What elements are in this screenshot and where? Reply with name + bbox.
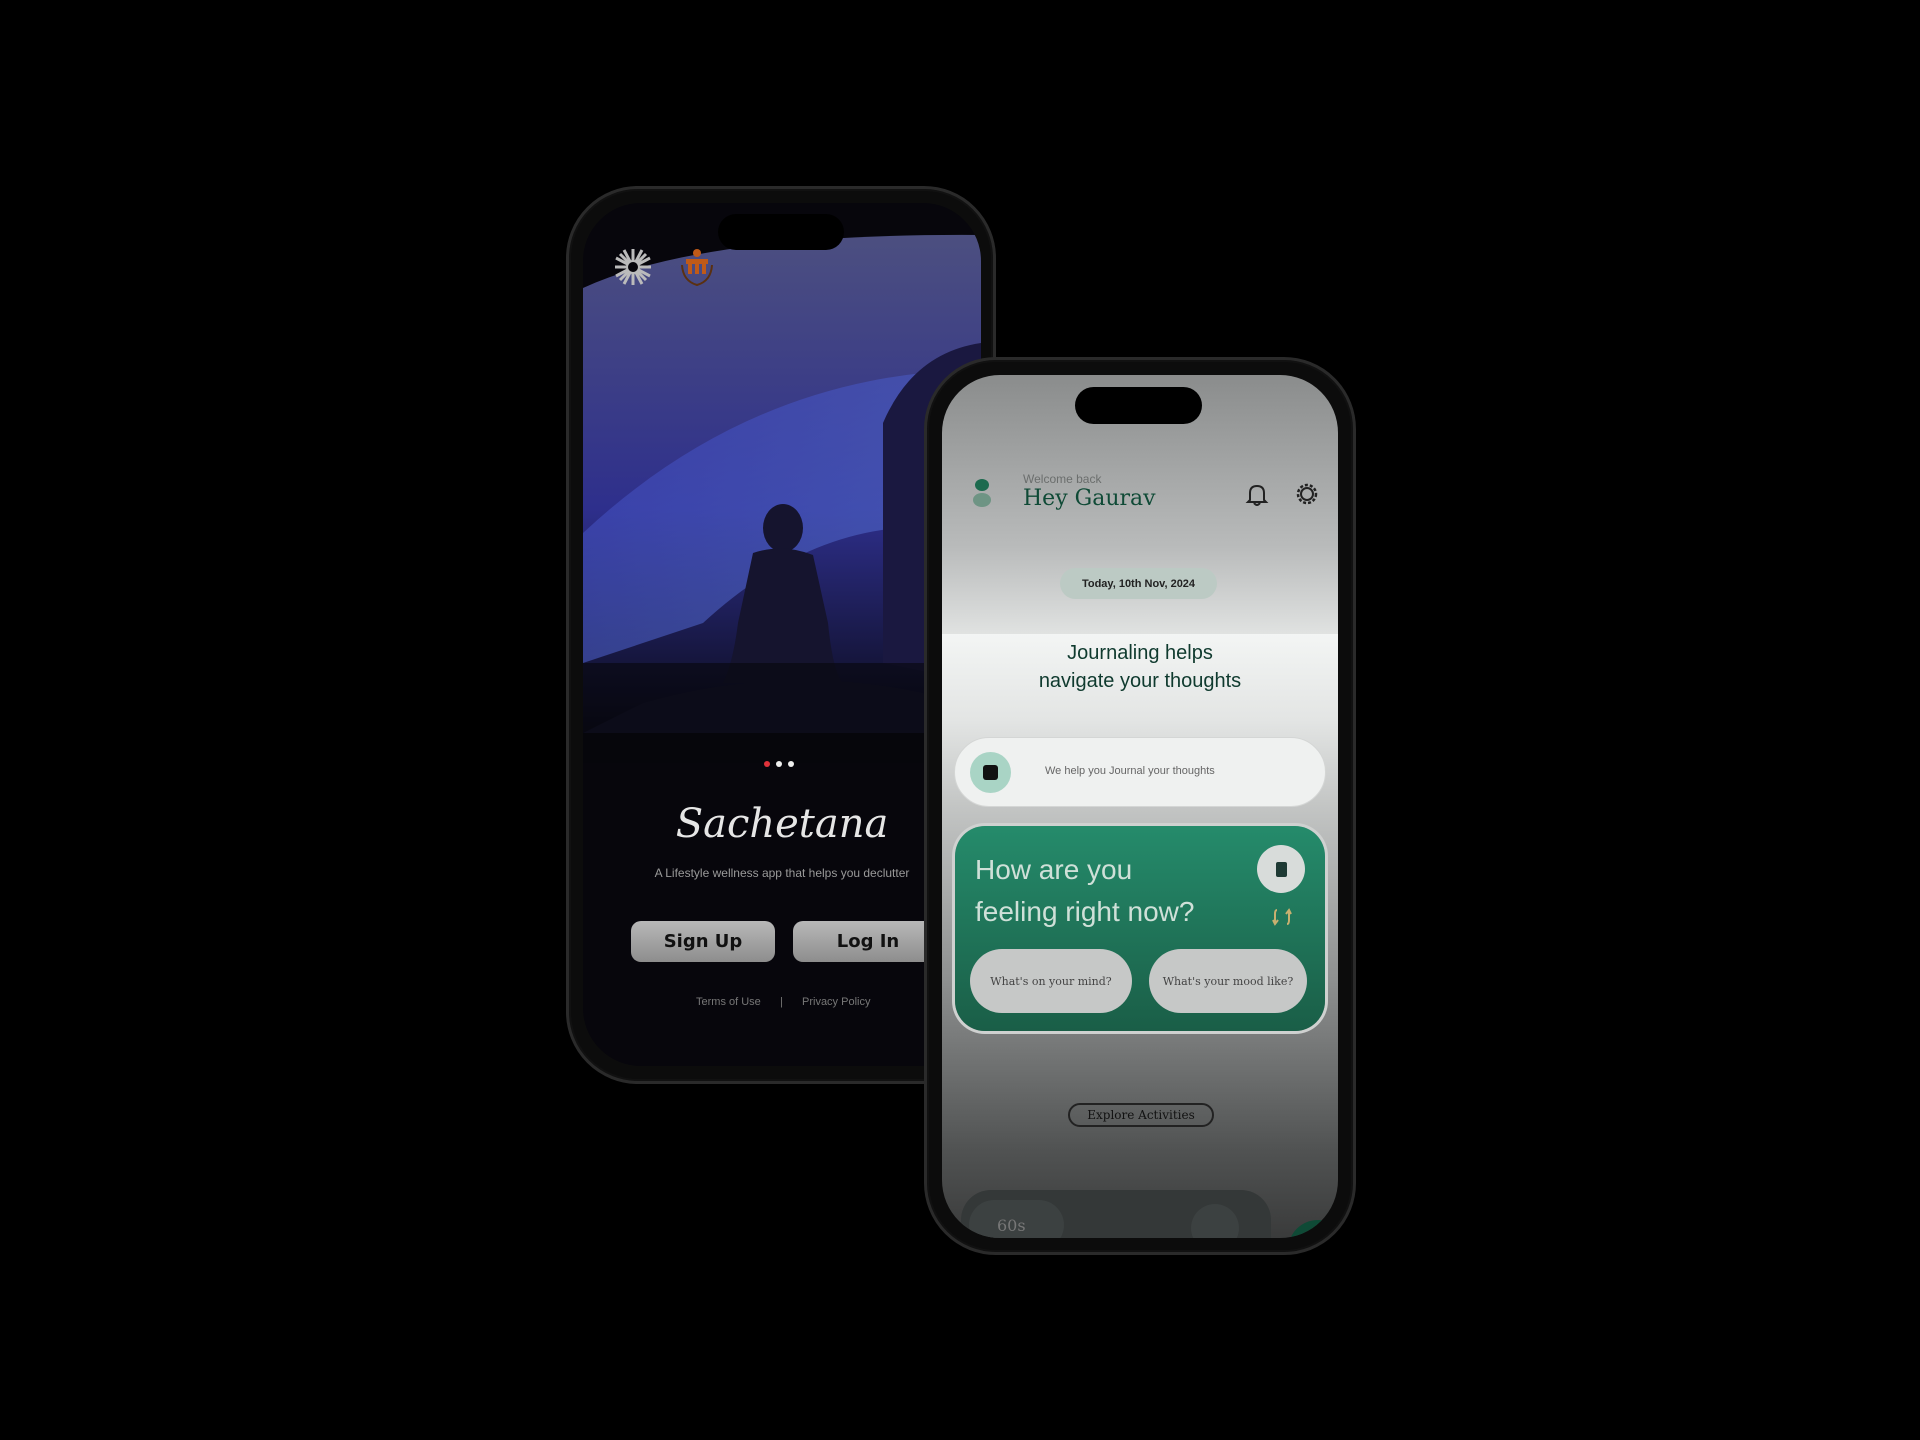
- sign-up-button[interactable]: Sign Up: [631, 921, 775, 962]
- wind-icon: [1191, 1204, 1239, 1238]
- book-icon: [1275, 861, 1287, 877]
- onboarding-screen: Sachetana A Lifestyle wellness app that …: [583, 203, 981, 1066]
- greeting: Hey Gaurav: [1023, 486, 1156, 511]
- fab-button[interactable]: [1288, 1220, 1338, 1238]
- timer-label: 60s: [997, 1216, 1026, 1235]
- bell-icon[interactable]: [1244, 481, 1270, 507]
- gear-icon[interactable]: [1294, 481, 1320, 507]
- book-button[interactable]: [1257, 845, 1305, 893]
- right-dynamic-island: [1075, 387, 1202, 424]
- refresh-icon[interactable]: [1272, 906, 1292, 928]
- footer-divider: |: [780, 996, 783, 1008]
- log-in-button[interactable]: Log In: [793, 921, 943, 962]
- welcome-text: Welcome back: [1023, 472, 1102, 486]
- date-pill: Today, 10th Nov, 2024: [1060, 568, 1217, 599]
- headline-line-2: navigate your thoughts: [1038, 670, 1242, 692]
- privacy-link[interactable]: Privacy Policy: [802, 996, 870, 1008]
- app-name: Sachetana: [675, 801, 889, 847]
- app-tagline: A Lifestyle wellness app that helps you …: [654, 866, 910, 880]
- carousel-dot-active[interactable]: [764, 761, 770, 767]
- mind-option-button[interactable]: What's on your mind?: [970, 949, 1132, 1013]
- mood-card: How are you feeling right now? What's on…: [955, 826, 1325, 1031]
- explore-activities-button[interactable]: Explore Activities: [1068, 1103, 1214, 1127]
- hero-image: [583, 234, 981, 763]
- carousel-dot[interactable]: [788, 761, 794, 767]
- left-dynamic-island: [718, 214, 844, 250]
- journal-input[interactable]: We help you Journal your thoughts: [954, 737, 1326, 807]
- sun-logo-icon: [615, 249, 651, 285]
- avatar[interactable]: [973, 479, 991, 509]
- institute-emblem-icon: [681, 249, 713, 287]
- journal-prompt: We help you Journal your thoughts: [1045, 765, 1215, 777]
- headline-line-1: Journaling helps: [1067, 642, 1213, 664]
- terms-link[interactable]: Terms of Use: [696, 996, 761, 1008]
- carousel-dots: [764, 761, 794, 767]
- mood-title-2: feeling right now?: [975, 896, 1195, 927]
- home-screen: Welcome back Hey Gaurav Today, 10th Nov,…: [942, 375, 1338, 1238]
- mood-title-1: How are you: [975, 854, 1133, 885]
- mood-option-button[interactable]: What's your mood like?: [1149, 949, 1307, 1013]
- carousel-dot[interactable]: [776, 761, 782, 767]
- journal-icon: [970, 752, 1011, 793]
- activity-card[interactable]: 60s: [961, 1190, 1271, 1238]
